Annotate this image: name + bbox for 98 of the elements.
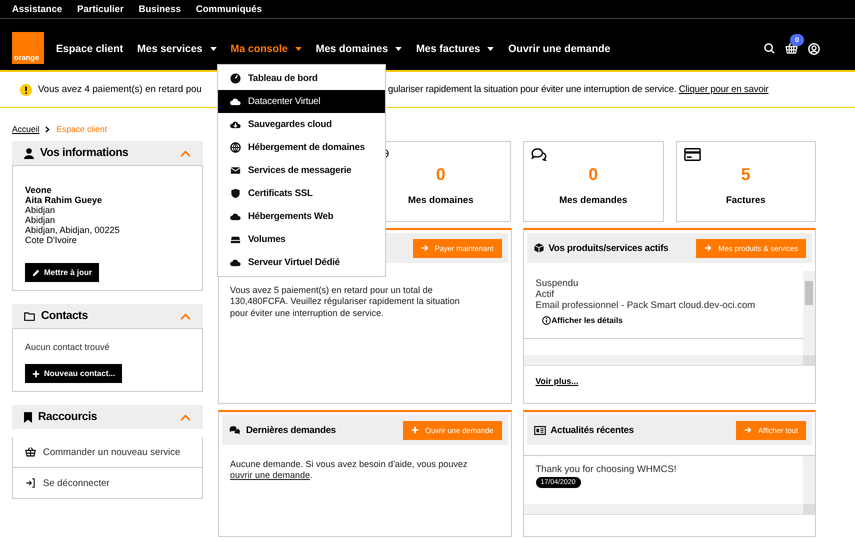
empty-message: Aucun contact trouvé <box>25 342 111 352</box>
nav-link[interactable]: Espace client <box>56 42 124 54</box>
menu-item[interactable]: Datacenter Virtuel <box>218 90 385 113</box>
caret-icon <box>294 46 302 50</box>
caret-icon <box>210 46 217 50</box>
panel-header[interactable]: Raccourcis <box>12 405 203 429</box>
user-icon <box>24 148 34 158</box>
chat-bubbles-icon <box>531 148 547 161</box>
stat-value: 0 <box>588 165 598 185</box>
cube-icon <box>534 243 544 253</box>
stat-card[interactable]: 5 Factures <box>676 141 816 222</box>
stat-label: Factures <box>726 195 766 206</box>
learn-more-link[interactable]: Cliquer pour en savoir <box>678 84 768 95</box>
top-link[interactable]: Assistance <box>12 4 62 14</box>
cloud-download-icon <box>230 119 241 130</box>
top-link[interactable]: Communiqués <box>196 4 262 14</box>
chevron-up-icon[interactable] <box>180 150 191 156</box>
new-contact-button[interactable]: Nouveau contact... <box>25 364 122 383</box>
chevron-up-icon[interactable] <box>180 414 191 420</box>
address-line: Abidjan, Abidjan, 00225 <box>25 225 120 235</box>
nav-link[interactable]: Mes factures <box>416 42 494 54</box>
requests-message: Aucune demande. Si vous avez besoin d'aide, vous pouvez ouvrir une demande. <box>229 458 468 482</box>
open-request-link[interactable]: ouvrir une demande <box>230 470 310 480</box>
panel-title: Contacts <box>41 310 89 322</box>
update-button[interactable]: Mettre à jour <box>25 263 100 282</box>
address-line: Abidjan <box>25 215 56 225</box>
arrow-right-icon <box>744 426 752 434</box>
panel-title: Dernières demandes <box>229 424 336 436</box>
folder-icon <box>24 312 35 320</box>
caret-icon <box>487 46 494 50</box>
cloud-icon <box>230 257 241 268</box>
user-icon[interactable] <box>808 42 820 54</box>
horizontal-scrollbar[interactable] <box>524 355 815 365</box>
address-line: Abidjan <box>25 205 56 215</box>
panel-title: Vos produits/services actifs <box>534 242 668 254</box>
menu-item[interactable]: Volumes <box>218 228 385 251</box>
news-title: Thank you for choosing WHMCS! <box>536 464 678 475</box>
vertical-scrollbar[interactable] <box>803 271 815 355</box>
stat-label: Mes domaines <box>408 195 474 206</box>
alert-text: gulariser rapidement la situation pour éviter une interruption de service. Cliquer pour en savoir <box>388 84 768 95</box>
stat-label: Mes demandes <box>559 195 628 206</box>
info-icon <box>542 316 550 325</box>
chevron-up-icon[interactable] <box>180 312 191 320</box>
nav-link[interactable]: Ma console <box>230 42 302 54</box>
panel-header[interactable]: Contacts <box>12 304 203 328</box>
shortcut-link[interactable]: Se déconnecter <box>12 468 203 499</box>
gauge-icon <box>230 73 241 84</box>
top-link[interactable]: Particulier <box>77 4 124 14</box>
chat-bubbles-icon <box>229 425 241 435</box>
breadcrumb-link[interactable]: Accueil <box>12 124 40 134</box>
menu-item[interactable]: Serveur Virtuel Dédié <box>218 251 385 274</box>
basket-icon[interactable] <box>785 43 798 54</box>
nav-link[interactable]: Mes domaines <box>316 42 402 54</box>
globe-icon <box>230 142 241 153</box>
address-line: Aita Rahim Gueye <box>25 195 102 205</box>
product-detail: Email professionnel - Pack Smart cloud.dev-oci.com <box>536 300 756 312</box>
envelope-icon <box>230 165 241 176</box>
chevron-right-icon <box>45 126 50 132</box>
stat-value: 5 <box>741 165 750 185</box>
nav-link[interactable]: Ouvrir une demande <box>508 42 610 54</box>
panel-title: Raccourcis <box>38 411 98 423</box>
details-link[interactable]: Afficher les détails <box>542 316 623 325</box>
top-link[interactable]: Business <box>138 4 181 14</box>
warning-icon <box>20 84 32 96</box>
panel-title: Actualités récentes <box>534 424 634 436</box>
see-more-link[interactable]: Voir plus... <box>536 376 812 386</box>
plus-icon <box>411 426 420 434</box>
shortcut-link[interactable]: Commander un nouveau service <box>12 437 203 468</box>
credit-card-icon <box>684 148 700 161</box>
product-detail: Suspendu <box>536 279 580 290</box>
drive-icon <box>230 234 241 245</box>
address-line: Veone <box>25 185 52 195</box>
panel-header[interactable]: Vos informations <box>12 141 203 165</box>
bookmark-icon <box>24 412 32 422</box>
pencil-icon <box>32 268 40 276</box>
cloud-icon <box>230 211 241 222</box>
caret-icon <box>395 46 402 50</box>
vertical-scrollbar[interactable] <box>803 456 815 504</box>
product-detail: Actif <box>536 290 555 301</box>
cloud-icon <box>230 96 241 107</box>
menu-item[interactable]: Sauvegardes cloud <box>218 113 385 136</box>
arrow-right-icon <box>704 244 712 252</box>
plus-icon <box>32 370 40 378</box>
newspaper-icon <box>534 426 546 434</box>
stat-card[interactable]: 0 Mes demandes <box>523 141 664 222</box>
arrow-right-icon <box>420 244 429 252</box>
alert-text: Vous avez 4 paiement(s) en retard pou <box>38 84 203 95</box>
sign-out-icon <box>25 478 36 488</box>
horizontal-scrollbar[interactable] <box>524 504 815 514</box>
basket-icon <box>25 447 36 457</box>
nav-link[interactable]: Mes services <box>137 42 217 54</box>
address-line: Cote D'Ivoire <box>25 235 77 245</box>
stat-value: 0 <box>436 165 446 185</box>
menu-item[interactable]: Tableau de bord <box>218 67 385 90</box>
shield-icon <box>230 188 241 199</box>
panel-title: Vos informations <box>40 147 130 159</box>
search-icon[interactable] <box>764 43 775 54</box>
payment-message: Vous avez 5 paiement(s) en retard pour un total de 130,480FCFA. Veuillez régulariser rapidement la situation pour éviter une interruption de service. <box>229 284 461 320</box>
